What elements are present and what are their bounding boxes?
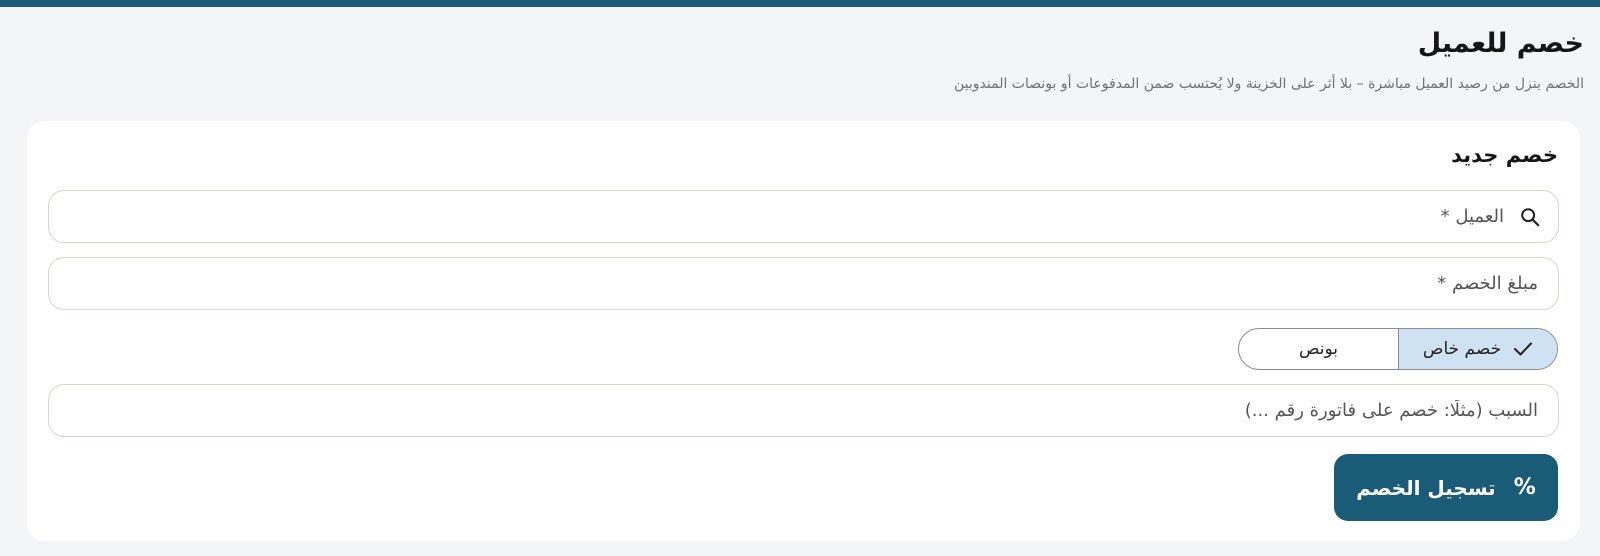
new-discount-card: خصم جديد خصم خاص [27,121,1580,541]
discount-type-toggle: خصم خاص بونص [1238,328,1558,370]
toggle-option-special-discount[interactable]: خصم خاص [1398,329,1557,369]
card-title: خصم جديد [1451,143,1558,167]
amount-input[interactable] [49,258,1538,309]
page: خصم للعميل الخصم ينزل من رصيد العميل مبا… [0,0,1600,556]
customer-input[interactable] [49,191,1504,242]
toggle-option-bonus[interactable]: بونص [1239,329,1398,369]
page-title: خصم للعميل [1417,28,1584,59]
submit-button-label: تسجيل الخصم [1356,475,1496,500]
check-icon [1513,341,1533,357]
customer-field[interactable] [48,190,1559,243]
toggle-option-label: بونص [1298,339,1339,359]
page-subtitle: الخصم ينزل من رصيد العميل مباشرة – بلا أ… [954,76,1584,92]
toggle-option-label: خصم خاص [1422,339,1502,359]
reason-field[interactable] [48,384,1559,437]
percent-icon: % [1513,475,1536,500]
submit-discount-button[interactable]: % تسجيل الخصم [1334,454,1558,521]
amount-field[interactable] [48,257,1559,310]
reason-input[interactable] [49,385,1538,436]
search-icon [1518,205,1542,229]
